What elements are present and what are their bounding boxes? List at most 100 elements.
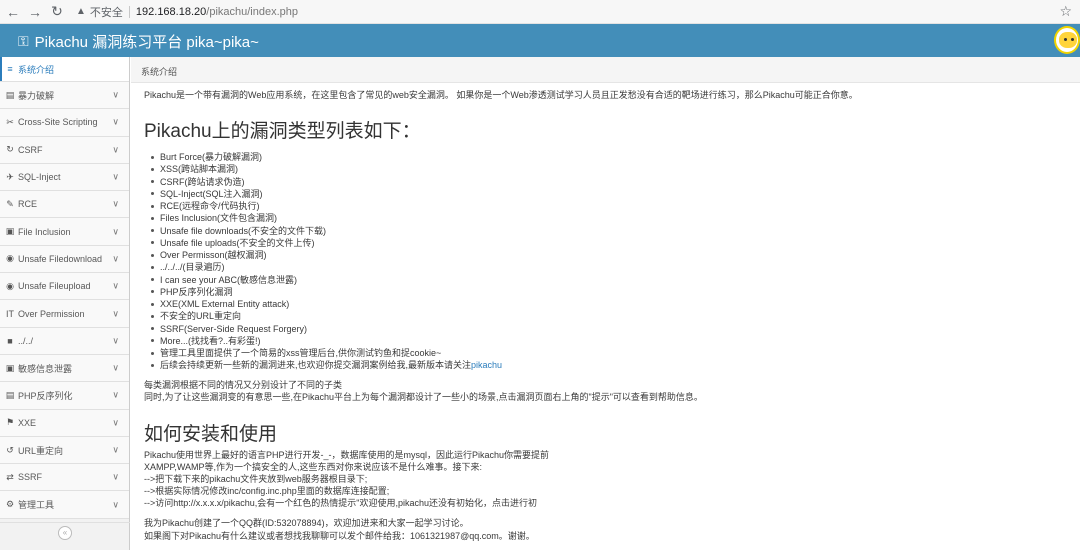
contact-line: 我为Pikachu创建了一个QQ群(ID:532078894)，欢迎加进来和大家… — [144, 517, 469, 528]
vuln-list-item: Over Permisson(越权漏洞) — [150, 249, 1064, 261]
chevron-down-icon[interactable]: ∨ — [112, 90, 119, 101]
sidebar-item-label: Cross-Site Scripting — [18, 117, 98, 128]
forward-icon[interactable]: → — [26, 3, 44, 21]
avatar-eye-right — [1071, 38, 1074, 41]
install-line: -->访问http://x.x.x.x/pikachu,会有一个红色的热情提示"… — [144, 498, 538, 509]
flag-icon: ⚑ — [5, 417, 15, 428]
install-line: XAMPP,WAMP等,作为一个搞安全的人,这些东西对你来说应该不是什么难事。接… — [144, 461, 483, 472]
pikachu-avatar[interactable] — [1054, 26, 1080, 54]
vuln-list-item: SSRF(Server-Side Request Forgery) — [150, 323, 1064, 335]
vuln-list-item-text: 后续会持续更新一些新的漏洞进来,也欢迎你提交漏洞案例给我,最新版本请关注 — [160, 360, 472, 371]
sidebar-collapse[interactable]: « — [0, 522, 130, 542]
vuln-list-item: Files Inclusion(文件包含漏洞) — [150, 212, 1064, 224]
vuln-list-item: SQL-Inject(SQL注入漏洞) — [150, 188, 1064, 200]
sidebar-item-label: ../../ — [18, 335, 34, 346]
breadcrumb: 系统介绍 — [131, 57, 1080, 83]
key-icon: ⚿ — [18, 33, 29, 49]
vuln-list-item: More...(找找看?..有彩蛋!) — [150, 335, 1064, 347]
chevron-down-icon[interactable]: ∨ — [112, 253, 119, 264]
vuln-list-item: Burt Force(暴力破解漏洞) — [150, 151, 1064, 163]
sidebar-item[interactable]: ⚙ 管理工具 ∨ — [0, 491, 129, 519]
bookmark-star-icon[interactable]: ☆ — [1059, 3, 1072, 20]
list-icon: ▤ — [5, 89, 15, 100]
upload-icon: ◉ — [6, 280, 14, 291]
sidebar-item[interactable]: ↻ CSRF ∨ — [0, 136, 129, 164]
vuln-list-item: XSS(跨站脚本漏洞) — [150, 163, 1064, 175]
vuln-list: Burt Force(暴力破解漏洞) XSS(跨站脚本漏洞) CSRF(跨站请求伪造… — [150, 151, 1064, 372]
vuln-list-item: PHP反序列化漏洞 — [150, 286, 1064, 298]
pikachu-link[interactable]: pikachu — [471, 360, 502, 370]
refresh-icon: ↻ — [6, 144, 14, 155]
notes: 每类漏洞根据不同的情况又分别设计了不同的子类 同时,为了让这些漏洞变的有意思一些… — [144, 379, 1064, 403]
intro-text: Pikachu是一个带有漏洞的Web应用系统，在这里包含了常见的web安全漏洞。… — [144, 90, 858, 100]
plane-icon: ✈ — [6, 171, 14, 182]
sidebar-item[interactable]: ◉ Unsafe Filedownload ∨ — [0, 245, 129, 274]
sidebar-item-label: 暴力破解 — [18, 90, 55, 101]
sidebar-item-label: File Inclusion — [18, 226, 71, 237]
url-host: 192.168.18.20 — [135, 5, 207, 18]
reload-icon[interactable]: ↻ — [48, 3, 66, 21]
sidebar-item[interactable]: ≡ 系统介绍 — [0, 57, 129, 82]
sidebar-item-label: SSRF — [18, 472, 43, 483]
sidebar-item-label: XXE — [18, 417, 37, 428]
sidebar-item-label: RCE — [18, 199, 38, 210]
sidebar-item[interactable]: ■ ../../ ∨ — [0, 327, 129, 355]
install-title: 如何安装和使用 — [144, 423, 278, 445]
breadcrumb-current: 系统介绍 — [141, 67, 178, 77]
brand-title: Pikachu 漏洞练习平台 pika~pika~ — [34, 34, 259, 51]
chevron-down-icon[interactable]: ∨ — [112, 472, 119, 483]
chevron-down-icon[interactable]: ∨ — [112, 199, 119, 210]
chevron-down-icon[interactable]: ∨ — [112, 281, 119, 292]
avatar-eye-left — [1064, 38, 1067, 41]
book-icon: ≡ — [7, 64, 13, 74]
folder-icon: ■ — [7, 335, 13, 346]
sidebar-item[interactable]: ▣ File Inclusion ∨ — [0, 218, 129, 246]
main-content: Pikachu是一个带有漏洞的Web应用系统，在这里包含了常见的web安全漏洞。… — [144, 89, 1064, 543]
install-line: Pikachu使用世界上最好的语言PHP进行开发-_-，数据库使用的是mysql… — [144, 449, 550, 460]
sidebar-item-label: PHP反序列化 — [18, 390, 73, 401]
chevron-down-icon[interactable]: ∨ — [112, 308, 119, 319]
vuln-list-item: ../../../(目录遍历) — [150, 261, 1064, 273]
chevron-down-icon[interactable]: ∨ — [112, 172, 119, 183]
collapse-icon[interactable]: « — [58, 525, 72, 540]
chevron-down-icon[interactable]: ∨ — [112, 445, 119, 456]
url-path: /pikachu/index.php — [206, 5, 298, 18]
address-bar[interactable]: ▲ 不安全 192.168.18.20 /pikachu/index.php — [76, 4, 298, 20]
sidebar-item[interactable]: ▣ 敏感信息泄露 ∨ — [0, 354, 129, 383]
vuln-list-title: Pikachu上的漏洞类型列表如下： — [144, 121, 421, 142]
app-navbar: ⚿ Pikachu 漏洞练习平台 pika~pika~ — [0, 24, 1080, 57]
lock-icon: ▣ — [5, 362, 15, 373]
back-icon[interactable]: ← — [4, 3, 22, 21]
chevron-down-icon[interactable]: ∨ — [112, 144, 119, 155]
gear-icon: ⚙ — [5, 499, 15, 510]
sidebar-item-label: Unsafe Fileupload — [18, 281, 91, 292]
sidebar-item-label: SQL-Inject — [18, 172, 61, 183]
chevron-down-icon[interactable]: ∨ — [112, 390, 119, 401]
sidebar-item[interactable]: ✂ Cross-Site Scripting ∨ — [0, 109, 129, 137]
code-icon: ✂ — [6, 116, 14, 127]
chevron-down-icon[interactable]: ∨ — [112, 363, 119, 374]
sidebar-item[interactable]: ✎ RCE ∨ — [0, 191, 129, 219]
sidebar-item[interactable]: ↺ URL重定向 ∨ — [0, 436, 129, 465]
sidebar-item[interactable]: ▤ PHP反序列化 ∨ — [0, 382, 129, 410]
sidebar-item-label: 管理工具 — [18, 500, 55, 511]
chevron-down-icon[interactable]: ∨ — [112, 226, 119, 237]
chevron-down-icon[interactable]: ∨ — [112, 417, 119, 428]
brand[interactable]: ⚿ Pikachu 漏洞练习平台 pika~pika~ — [18, 31, 259, 52]
chevron-down-icon[interactable]: ∨ — [112, 499, 119, 510]
vuln-list-item: RCE(远程命令/代码执行) — [150, 200, 1064, 212]
sidebar-item[interactable]: ▤ 暴力破解 ∨ — [0, 82, 129, 110]
install-steps: Pikachu使用世界上最好的语言PHP进行开发-_-，数据库使用的是mysql… — [144, 449, 1064, 510]
address-divider — [128, 5, 130, 18]
sidebar-item[interactable]: ✈ SQL-Inject ∨ — [0, 163, 129, 192]
exchange-icon: ⇄ — [6, 471, 14, 482]
install-line: -->根据实际情况修改inc/config.inc.php里面的数据库连接配置; — [144, 486, 390, 497]
sidebar-item[interactable]: ⚑ XXE ∨ — [0, 409, 129, 437]
sidebar-item[interactable]: ⇄ SSRF ∨ — [0, 464, 129, 492]
sidebar-item[interactable]: ◉ Unsafe Fileupload ∨ — [0, 273, 129, 301]
chevron-down-icon[interactable]: ∨ — [112, 117, 119, 128]
sidebar-item[interactable]: IT Over Permission ∨ — [0, 300, 129, 328]
contact-info: 我为Pikachu创建了一个QQ群(ID:532078894)，欢迎加进来和大家… — [144, 517, 1064, 543]
chevron-down-icon[interactable]: ∨ — [112, 335, 119, 346]
browser-toolbar: ← → ↻ ▲ 不安全 192.168.18.20 /pikachu/index… — [0, 0, 1080, 24]
